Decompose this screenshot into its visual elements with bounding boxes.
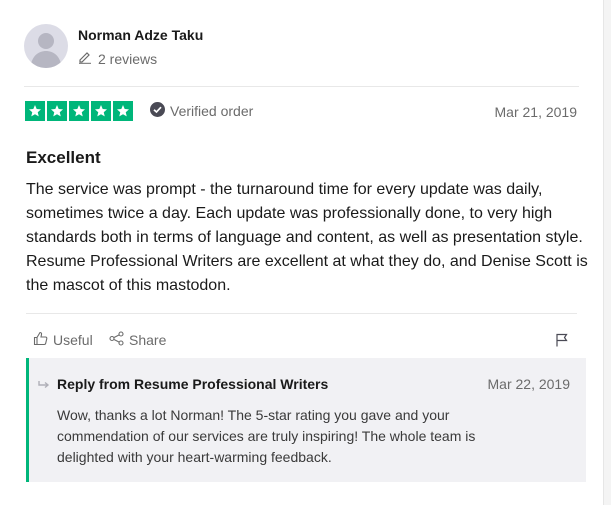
useful-button[interactable]: Useful [33, 331, 93, 349]
star-rating [25, 101, 133, 121]
company-reply: Reply from Resume Professional Writers M… [26, 358, 586, 482]
review-count-label: 2 reviews [98, 50, 158, 67]
flag-icon[interactable] [555, 333, 569, 352]
user-silhouette-icon[interactable] [24, 24, 68, 68]
reply-arrow-icon [38, 377, 50, 395]
reply-from: Reply from Resume Professional Writers [57, 376, 329, 392]
verified-badge: Verified order [150, 102, 253, 120]
thumbs-up-icon [33, 331, 48, 349]
share-button[interactable]: Share [109, 331, 166, 349]
checkmark-circle-icon [150, 102, 165, 120]
useful-label: Useful [53, 332, 93, 348]
pencil-icon [78, 50, 92, 67]
reviewer-name[interactable]: Norman Adze Taku [78, 27, 203, 43]
divider [26, 313, 577, 314]
review-body: The service was prompt - the turnaround … [26, 181, 588, 294]
star-icon [91, 101, 111, 121]
star-icon [47, 101, 67, 121]
review-card: Norman Adze Taku 2 reviews Verified orde… [0, 0, 604, 505]
reply-date: Mar 22, 2019 [487, 376, 571, 392]
reply-body: Wow, thanks a lot Norman! The 5-star rat… [57, 407, 476, 465]
star-icon [113, 101, 133, 121]
share-icon [109, 331, 124, 349]
review-count: 2 reviews [78, 50, 157, 67]
share-label: Share [129, 332, 167, 348]
review-title[interactable]: Excellent [26, 148, 101, 168]
divider [24, 86, 579, 87]
review-date: Mar 21, 2019 [494, 104, 578, 120]
star-icon [25, 101, 45, 121]
verified-label: Verified order [170, 103, 254, 119]
star-icon [69, 101, 89, 121]
